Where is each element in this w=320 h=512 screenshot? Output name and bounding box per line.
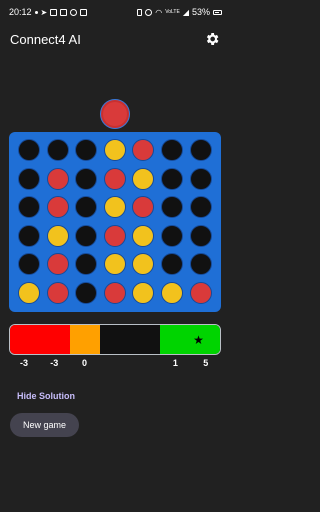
board-cell-r5-c7[interactable] <box>189 253 212 276</box>
board-cell-r3-c7[interactable] <box>189 196 212 219</box>
board-cell-r1-c7[interactable] <box>189 139 212 161</box>
board-cell-r2-c6[interactable] <box>161 167 183 190</box>
board-cell-r1-c3[interactable] <box>75 139 98 161</box>
board-cell-r6-c3[interactable] <box>75 282 98 304</box>
board-cell-r6-c2[interactable] <box>46 282 69 304</box>
column-score-2: -3 <box>50 358 59 368</box>
mute-icon <box>145 8 153 16</box>
column-score-6: 1 <box>172 358 178 368</box>
evaluation-labels: -3 -3 0 1 5 <box>9 358 221 372</box>
image-icon <box>50 8 58 16</box>
status-time: 20:12 <box>9 7 32 17</box>
board-cell-r3-c2[interactable] <box>46 196 69 219</box>
board-cell-r2-c7[interactable] <box>189 167 212 190</box>
board-cell-r3-c3[interactable] <box>75 196 98 219</box>
board-cell-r1-c1[interactable] <box>18 139 40 161</box>
board-cell-r5-c4[interactable] <box>103 253 126 276</box>
status-left: 20:12 ➤ <box>9 7 88 17</box>
board-cell-r4-c6[interactable] <box>161 224 183 247</box>
evaluation-segment <box>100 325 160 354</box>
board-cell-r1-c4[interactable] <box>103 139 126 161</box>
board-grid[interactable] <box>18 139 212 305</box>
app-bar: Connect4 AI <box>0 26 230 52</box>
signal-icon: ◢ <box>182 7 189 17</box>
status-bar: 20:12 ➤ ◠ VoLTE ◢ 53% <box>0 0 230 24</box>
app-title: Connect4 AI <box>10 31 81 47</box>
gear-icon[interactable] <box>204 31 220 47</box>
hide-solution-button[interactable]: Hide Solution <box>17 391 75 401</box>
new-game-button[interactable]: New game <box>10 413 79 437</box>
gallery-icon <box>80 8 88 16</box>
board-cell-r4-c4[interactable] <box>103 224 126 247</box>
battery-icon <box>213 9 222 15</box>
column-score-3: 0 <box>82 358 88 368</box>
board-cell-r4-c7[interactable] <box>189 224 212 247</box>
screen: 20:12 ➤ ◠ VoLTE ◢ 53% Connect4 AI ★ -3 -3… <box>0 0 230 512</box>
board-cell-r6-c4[interactable] <box>103 282 126 304</box>
board-cell-r3-c6[interactable] <box>161 196 183 219</box>
board-cell-r5-c2[interactable] <box>46 253 69 276</box>
board-cell-r2-c3[interactable] <box>75 167 98 190</box>
board-cell-r4-c5[interactable] <box>132 224 155 247</box>
board-cell-r3-c1[interactable] <box>18 196 40 219</box>
wifi-icon: ◠ <box>155 7 163 17</box>
board-cell-r2-c2[interactable] <box>46 167 69 190</box>
board-cell-r6-c6[interactable] <box>161 282 183 304</box>
drop-piece-red[interactable] <box>100 99 130 129</box>
board-cell-r1-c5[interactable] <box>132 139 155 161</box>
network-label: VoLTE <box>165 9 180 15</box>
status-right: ◠ VoLTE ◢ 53% <box>137 7 222 17</box>
column-score-1: -3 <box>19 358 28 368</box>
evaluation-segment <box>70 325 100 354</box>
notification-dot-icon <box>34 10 38 14</box>
board-cell-r4-c1[interactable] <box>18 224 40 247</box>
board-cell-r4-c2[interactable] <box>46 224 69 247</box>
star-icon: ★ <box>193 332 204 347</box>
board-cell-r5-c1[interactable] <box>18 253 40 276</box>
battery-label: 53% <box>191 7 210 17</box>
message-icon <box>60 8 68 16</box>
board-cell-r5-c5[interactable] <box>132 253 155 276</box>
board-cell-r4-c3[interactable] <box>75 224 98 247</box>
evaluation-segment <box>10 325 70 354</box>
board-cell-r6-c5[interactable] <box>132 282 155 304</box>
board-cell-r5-c6[interactable] <box>161 253 183 276</box>
game-board[interactable] <box>9 132 221 312</box>
board-cell-r2-c1[interactable] <box>18 167 40 190</box>
evaluation-segment: ★ <box>160 325 220 354</box>
evaluation-bar: ★ <box>9 324 221 355</box>
alarm-icon <box>137 8 143 16</box>
board-cell-r6-c7[interactable] <box>189 282 212 304</box>
game-icon <box>70 8 78 16</box>
board-cell-r5-c3[interactable] <box>75 253 98 276</box>
board-cell-r3-c5[interactable] <box>132 196 155 219</box>
board-cell-r1-c6[interactable] <box>161 139 183 161</box>
board-cell-r2-c4[interactable] <box>103 167 126 190</box>
column-score-7: 5 <box>203 358 209 368</box>
board-cell-r3-c4[interactable] <box>103 196 126 219</box>
telegram-icon: ➤ <box>40 7 48 17</box>
board-cell-r2-c5[interactable] <box>132 167 155 190</box>
board-cell-r6-c1[interactable] <box>18 282 40 304</box>
board-cell-r1-c2[interactable] <box>46 139 69 161</box>
